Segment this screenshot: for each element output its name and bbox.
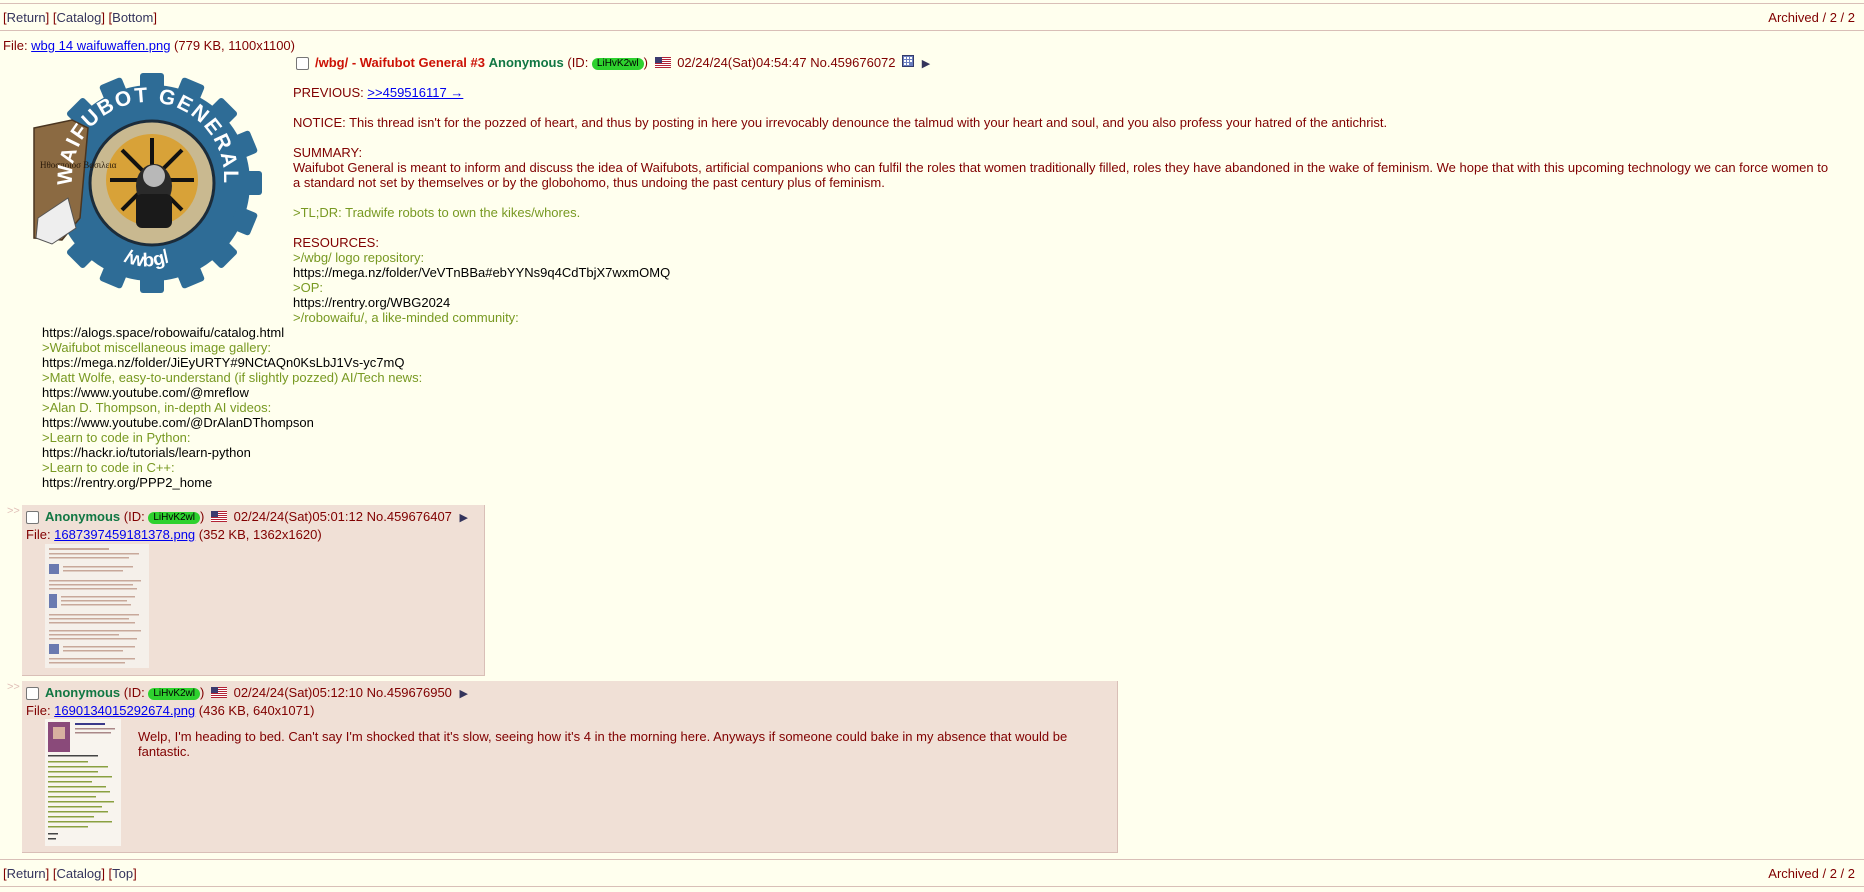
reply-thumbnail[interactable] bbox=[45, 544, 149, 668]
top-navbar: [Return] [Catalog] [Bottom] Archived / 2… bbox=[0, 3, 1864, 31]
reply-datetime: 02/24/24(Sat)05:12:10 bbox=[233, 685, 363, 700]
resource-link[interactable]: https://hackr.io/tutorials/learn-python bbox=[42, 445, 422, 460]
return-link[interactable]: Return bbox=[7, 866, 46, 881]
resource-quote: >Matt Wolfe, easy-to-understand (if slig… bbox=[42, 370, 423, 385]
reply-file-meta: (352 KB, 1362x1620) bbox=[198, 527, 322, 542]
summary-text: Waifubot General is meant to inform and … bbox=[293, 160, 1829, 190]
resource-quote: >/wbg/ logo repository: bbox=[293, 250, 425, 265]
reply-file-link[interactable]: 1690134015292674.png bbox=[54, 703, 195, 718]
catalog-link[interactable]: Catalog bbox=[57, 10, 102, 25]
reply-post-number[interactable]: No.459676950 bbox=[367, 685, 452, 700]
reply-header: Anonymous (ID: LiHvK2wl) 02/24/24(Sat)05… bbox=[26, 685, 468, 701]
resource-link[interactable]: https://www.youtube.com/@mreflow bbox=[42, 385, 422, 400]
op-poster-name: Anonymous bbox=[488, 55, 564, 70]
reply-select-checkbox[interactable] bbox=[26, 687, 39, 701]
poster-id-badge[interactable]: LiHvK2wl bbox=[148, 688, 200, 700]
top-link[interactable]: Top bbox=[112, 866, 133, 881]
reply-id-label: (ID: LiHvK2wl) bbox=[123, 509, 205, 524]
reply-side-arrows: >> bbox=[7, 505, 20, 517]
catalog-link[interactable]: Catalog bbox=[57, 866, 102, 881]
bottom-link[interactable]: Bottom bbox=[112, 10, 153, 25]
archived-status: Archived / 2 / 2 bbox=[1768, 866, 1855, 881]
resource-link[interactable]: https://mega.nz/folder/JiEyURTY#9NCtAQn0… bbox=[42, 355, 422, 370]
reply-poster-name: Anonymous bbox=[45, 509, 121, 524]
us-flag-icon bbox=[210, 687, 227, 698]
return-link[interactable]: Return bbox=[7, 10, 46, 25]
previous-line: PREVIOUS: >>459516117 → bbox=[293, 85, 464, 100]
resource-quote: >OP: bbox=[293, 280, 323, 295]
reply-menu-arrow-icon[interactable]: ▶ bbox=[460, 688, 468, 700]
reply-post: Anonymous (ID: LiHvK2wl) 02/24/24(Sat)05… bbox=[22, 505, 485, 676]
reply-select-checkbox[interactable] bbox=[26, 511, 39, 525]
thread-subject: /wbg/ - Waifubot General #3 bbox=[315, 55, 485, 70]
resource-quote: >Waifubot miscellaneous image gallery: bbox=[42, 340, 271, 355]
reply-side-arrows: >> bbox=[7, 681, 20, 693]
op-file-info: File: wbg 14 waifuwaffen.png (779 KB, 11… bbox=[3, 38, 295, 53]
archived-status: Archived / 2 / 2 bbox=[1768, 10, 1855, 25]
reply-header: Anonymous (ID: LiHvK2wl) 02/24/24(Sat)05… bbox=[26, 509, 468, 525]
resource-link[interactable]: https://rentry.org/PPP2_home bbox=[42, 475, 422, 490]
resource-quote: >Learn to code in C++: bbox=[42, 460, 175, 475]
resources-label: RESOURCES: bbox=[293, 235, 379, 250]
reply-file-info: File: 1690134015292674.png (436 KB, 640x… bbox=[26, 703, 315, 718]
op-file-meta: (779 KB, 1100x1100) bbox=[174, 38, 295, 53]
reply-datetime: 02/24/24(Sat)05:01:12 bbox=[233, 509, 363, 524]
us-flag-icon bbox=[210, 511, 227, 522]
calendar-icon[interactable] bbox=[902, 55, 915, 67]
reply-file-meta: (436 KB, 640x1071) bbox=[198, 703, 315, 718]
op-id-label: (ID: LiHvK2wl) bbox=[567, 55, 648, 70]
resource-link[interactable]: https://mega.nz/folder/VeVTnBBa#ebYYNs9q… bbox=[293, 265, 1833, 280]
op-thumbnail[interactable]: Ηθοσποιοσ Βασιλεια WAIFUBOT GENERAL /wbg… bbox=[32, 68, 264, 300]
reply-thumbnail[interactable] bbox=[45, 719, 121, 846]
reply-file-info: File: 1687397459181378.png (352 KB, 1362… bbox=[26, 527, 322, 542]
op-header: /wbg/ - Waifubot General #3 Anonymous (I… bbox=[296, 55, 930, 71]
op-post-body: PREVIOUS: >>459516117 → NOTICE: This thr… bbox=[293, 85, 1833, 325]
op-file-link[interactable]: wbg 14 waifuwaffen.png bbox=[31, 38, 170, 53]
reply-id-label: (ID: LiHvK2wl) bbox=[123, 685, 205, 700]
resource-link[interactable]: https://rentry.org/WBG2024 bbox=[293, 295, 1833, 310]
top-nav-links: [Return] [Catalog] [Bottom] bbox=[3, 10, 157, 25]
file-label: File: bbox=[3, 38, 32, 53]
resource-quote: >/robowaifu/, a like-minded community: bbox=[293, 310, 519, 325]
reply-message: Welp, I'm heading to bed. Can't say I'm … bbox=[138, 729, 1068, 759]
reply-menu-arrow-icon[interactable]: ▶ bbox=[460, 512, 468, 524]
op-datetime: 02/24/24(Sat)04:54:47 bbox=[677, 55, 807, 70]
notice-text: NOTICE: This thread isn't for the pozzed… bbox=[293, 115, 1388, 130]
bottom-nav-links: [Return] [Catalog] [Top] bbox=[3, 866, 137, 881]
summary-label: SUMMARY: bbox=[293, 145, 363, 160]
tldr-greentext: >TL;DR: Tradwife robots to own the kikes… bbox=[293, 205, 581, 220]
resource-quote: >Learn to code in Python: bbox=[42, 430, 191, 445]
bottom-navbar: [Return] [Catalog] [Top] Archived / 2 / … bbox=[0, 859, 1864, 887]
poster-id-badge[interactable]: LiHvK2wl bbox=[148, 512, 200, 524]
reply-post: Anonymous (ID: LiHvK2wl) 02/24/24(Sat)05… bbox=[22, 681, 1118, 853]
resource-link[interactable]: https://www.youtube.com/@DrAlanDThompson bbox=[42, 415, 422, 430]
resource-link[interactable]: https://alogs.space/robowaifu/catalog.ht… bbox=[42, 325, 422, 340]
op-menu-arrow-icon[interactable]: ▶ bbox=[922, 58, 930, 70]
poster-id-badge[interactable]: LiHvK2wl bbox=[591, 58, 644, 70]
reply-poster-name: Anonymous bbox=[45, 685, 121, 700]
op-select-checkbox[interactable] bbox=[296, 57, 309, 71]
op-post-number[interactable]: No.459676072 bbox=[810, 55, 895, 70]
op-post-body-continued: https://alogs.space/robowaifu/catalog.ht… bbox=[42, 325, 422, 490]
reply-post-number[interactable]: No.459676407 bbox=[367, 509, 452, 524]
resource-quote: >Alan D. Thompson, in-depth AI videos: bbox=[42, 400, 272, 415]
us-flag-icon bbox=[654, 57, 671, 68]
previous-thread-link[interactable]: >>459516117 → bbox=[367, 85, 463, 100]
reply-file-link[interactable]: 1687397459181378.png bbox=[54, 527, 195, 542]
